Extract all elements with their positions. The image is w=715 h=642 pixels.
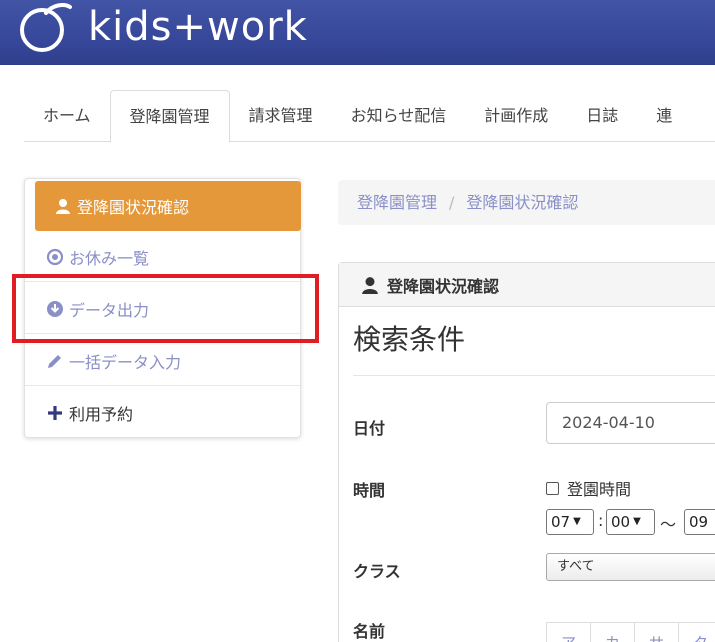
name-label: 名前 — [353, 622, 386, 641]
breadcrumb: 登降園管理 / 登降園状況確認 — [338, 180, 715, 225]
search-panel: 登降園状況確認 検索条件 日付 2024-04-10 時間 登園時間 07 ▼ :… — [338, 262, 715, 642]
search-title: 検索条件 — [353, 323, 466, 356]
kana-button-ta[interactable]: タ — [678, 622, 715, 642]
tab-billing[interactable]: 請求管理 — [230, 90, 332, 142]
sidebar-item-label: 利用予約 — [69, 405, 134, 424]
arrival-time-checkbox-row[interactable]: 登園時間 — [546, 476, 631, 500]
user-icon — [361, 275, 383, 295]
arrival-time-checkbox-label: 登園時間 — [567, 480, 632, 499]
time-label: 時間 — [353, 481, 386, 500]
sidebar-item-absence-list[interactable]: お休み一覧 — [25, 232, 302, 282]
chevron-down-icon: ▼ — [573, 516, 581, 527]
minute-select[interactable]: 00 ▼ — [606, 509, 655, 535]
logo-text[interactable]: kids+work — [88, 2, 308, 52]
panel-heading-label: 登降園状況確認 — [387, 276, 500, 296]
main-tabs: ホーム 登降園管理 請求管理 お知らせ配信 計画作成 日誌 連 — [24, 90, 715, 143]
class-label: クラス — [353, 562, 401, 581]
tab-planning[interactable]: 計画作成 — [465, 90, 567, 142]
end-hour-select[interactable]: 09 — [684, 509, 715, 535]
tab-home[interactable]: ホーム — [24, 90, 110, 142]
time-colon: : — [598, 511, 604, 530]
class-select[interactable]: すべて — [546, 553, 715, 581]
kana-button-sa[interactable]: サ — [634, 622, 678, 642]
panel-heading: 登降園状況確認 — [339, 263, 715, 307]
logo-mark-icon — [20, 3, 72, 52]
tab-attendance-management[interactable]: 登降園管理 — [109, 90, 230, 143]
app-header: kids+work — [0, 0, 715, 65]
tab-notifications[interactable]: お知らせ配信 — [332, 90, 466, 142]
dot-circle-icon — [45, 247, 65, 267]
hour-select-value: 07 — [551, 513, 571, 531]
divider — [353, 375, 715, 376]
plus-icon — [45, 403, 65, 423]
user-icon — [53, 196, 73, 216]
time-range-separator: ～ — [660, 515, 677, 534]
tab-contact[interactable]: 連 — [637, 90, 691, 142]
tab-journal[interactable]: 日誌 — [567, 90, 637, 142]
end-hour-select-value: 09 — [689, 513, 709, 531]
chevron-down-icon: ▼ — [633, 516, 641, 527]
arrival-time-checkbox[interactable] — [546, 481, 559, 495]
sidebar-item-label: 一括データ入力 — [69, 352, 182, 372]
date-label: 日付 — [353, 419, 386, 438]
sidebar-item-data-export[interactable]: データ出力 — [25, 284, 302, 334]
date-field[interactable]: 2024-04-10 — [546, 402, 715, 444]
breadcrumb-item-attendance-management[interactable]: 登降園管理 — [357, 193, 437, 212]
sidebar-item-label: お休み一覧 — [69, 248, 150, 268]
breadcrumb-separator: / — [449, 193, 455, 212]
hour-select[interactable]: 07 ▼ — [546, 509, 594, 535]
kana-button-ka[interactable]: カ — [590, 622, 634, 642]
sidebar-menu: 登降園状況確認 お休み一覧 データ出力 一括データ入力 利用予約 — [24, 178, 302, 438]
minute-select-value: 00 — [611, 513, 631, 531]
sidebar-item-label: データ出力 — [69, 300, 150, 320]
download-circle-icon — [45, 299, 65, 319]
sidebar-item-reservation[interactable]: 利用予約 — [25, 388, 302, 438]
kana-filter-group: ア カ サ タ — [546, 622, 715, 642]
breadcrumb-item-attendance-status[interactable]: 登降園状況確認 — [466, 193, 578, 212]
kana-button-a[interactable]: ア — [546, 622, 590, 642]
sidebar-item-bulk-input[interactable]: 一括データ入力 — [25, 336, 302, 386]
sidebar-item-attendance-status[interactable]: 登降園状況確認 — [35, 181, 301, 231]
pencil-icon — [45, 351, 65, 371]
sidebar-item-label: 登降園状況確認 — [77, 198, 190, 217]
